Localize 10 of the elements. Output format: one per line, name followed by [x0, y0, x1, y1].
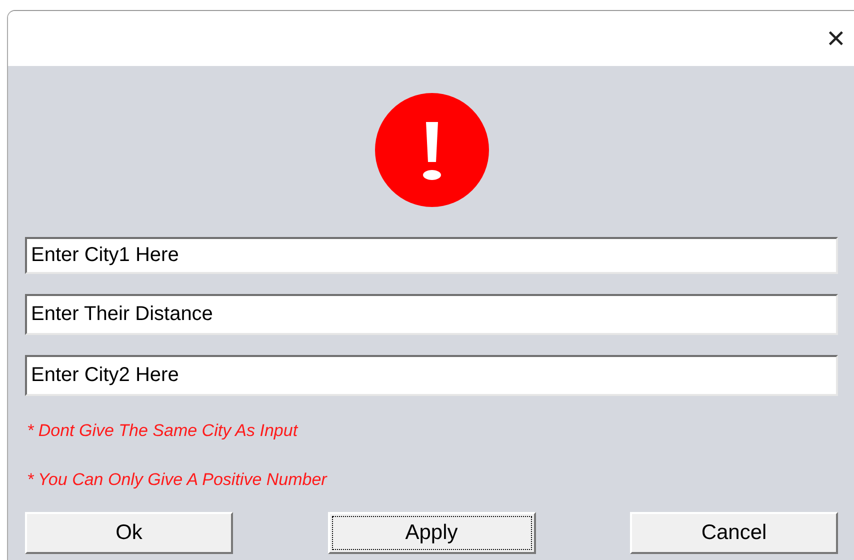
dialog-button[interactable]: Cancel [630, 512, 838, 554]
dialog-button[interactable]: Ok [25, 512, 233, 554]
dialog-button[interactable]: Apply [328, 512, 536, 554]
input-field[interactable]: Enter Their Distance [25, 294, 838, 335]
warning-note: * You Can Only Give A Positive Number [27, 470, 328, 490]
input-field[interactable]: Enter City1 Here [25, 237, 838, 274]
close-button[interactable]: ✕ [818, 26, 854, 50]
warning-note: * Dont Give The Same City As Input [27, 421, 300, 441]
input-field[interactable]: Enter City2 Here [25, 355, 838, 396]
warning-icon [374, 93, 488, 207]
